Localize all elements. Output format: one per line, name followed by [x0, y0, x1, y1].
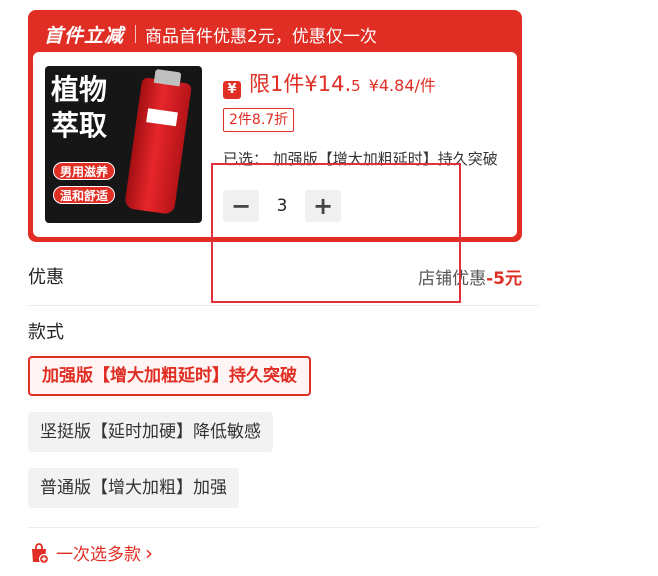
first-purchase-promo-card: 首件立减 商品首件优惠2元，优惠仅一次 植物 萃取 男用滋养 温和舒适 ¥ 限1…: [28, 10, 522, 242]
image-text-line1: 植物: [51, 73, 108, 106]
price-decimal: 5: [351, 77, 361, 95]
product-summary: 植物 萃取 男用滋养 温和舒适 ¥ 限1件¥ 14. 5 ¥4.84/件 2件8…: [33, 52, 517, 237]
style-option-1[interactable]: 加强版【增大加粗延时】持久突破: [28, 356, 311, 396]
promo-tag: 首件立减: [44, 24, 125, 47]
shopping-bag-plus-icon: [32, 542, 50, 564]
increase-quantity-button[interactable]: +: [305, 190, 341, 222]
discount-label: 优惠: [28, 267, 64, 288]
quantity-stepper: − 3 +: [223, 190, 341, 222]
discount-row[interactable]: 优惠 店铺优惠-5元: [28, 258, 522, 294]
product-tube-illustration: [124, 68, 192, 215]
image-text-line2: 萃取: [51, 109, 108, 142]
shop-discount: 店铺优惠-5元: [418, 264, 522, 289]
style-option-3[interactable]: 普通版【增大加粗】加强: [28, 468, 239, 508]
price-row: ¥ 限1件¥ 14. 5 ¥4.84/件: [223, 68, 436, 99]
style-section-label: 款式: [28, 322, 64, 343]
selected-variant-text: 已选： 加强版【增大加粗延时】持久突破: [223, 150, 498, 168]
section-divider: [28, 527, 538, 528]
limit-price-label: 限1件¥: [249, 72, 318, 96]
promo-header: 首件立减 商品首件优惠2元，优惠仅一次: [44, 20, 377, 48]
multi-select-link[interactable]: 一次选多款 ›: [28, 540, 153, 565]
quantity-value[interactable]: 3: [259, 196, 305, 216]
price-integer: 14.: [317, 72, 352, 96]
image-badge-2: 温和舒适: [53, 186, 116, 204]
shop-discount-value: -5元: [486, 268, 522, 289]
yen-icon: ¥: [223, 80, 241, 99]
multi-buy-discount-tag: 2件8.7折: [223, 108, 295, 132]
unit-price: ¥4.84/件: [368, 76, 436, 95]
tube-cap: [153, 68, 182, 87]
style-option-2[interactable]: 坚挺版【延时加硬】降低敏感: [28, 412, 273, 452]
section-divider: [28, 305, 538, 306]
product-image[interactable]: 植物 萃取 男用滋养 温和舒适: [45, 66, 202, 223]
promo-description: 商品首件优惠2元，优惠仅一次: [145, 26, 377, 47]
multi-select-label: 一次选多款: [56, 545, 141, 565]
decrease-quantity-button[interactable]: −: [223, 190, 259, 222]
chevron-right-icon: ›: [145, 540, 153, 565]
image-badge-1: 男用滋养: [53, 162, 116, 180]
shop-discount-text: 店铺优惠: [418, 268, 487, 289]
tube-label: [146, 108, 178, 127]
promo-divider: [135, 25, 137, 43]
